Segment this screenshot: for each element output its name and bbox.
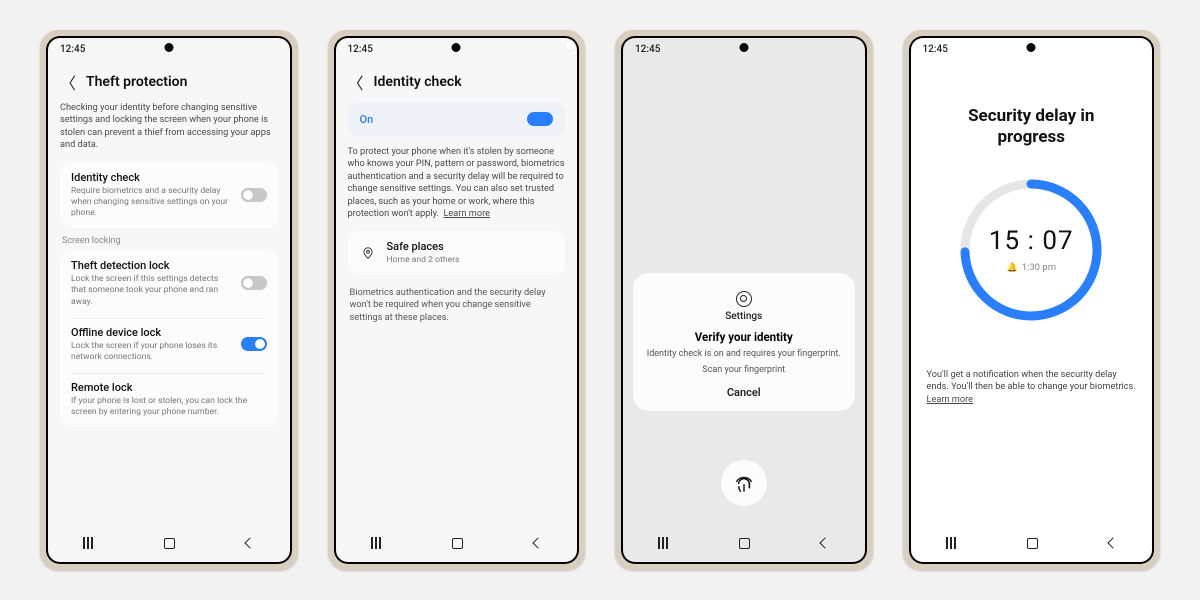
theft-detection-row[interactable]: Theft detection lock Lock the screen if …: [71, 259, 267, 308]
front-camera-icon: [452, 43, 461, 52]
delay-note: You'll get a notification when the secur…: [923, 369, 1141, 408]
nav-back-icon[interactable]: [244, 537, 255, 548]
phone-frame-1: 12:45 〈 Theft protection Checking your i…: [40, 30, 298, 570]
divider: [71, 318, 267, 319]
offline-lock-row[interactable]: Offline device lock Lock the screen if y…: [71, 326, 267, 363]
section-label: Screen locking: [62, 236, 276, 246]
status-bar: 12:45: [48, 38, 290, 60]
nav-back-icon[interactable]: [1107, 537, 1118, 548]
dialog-app-name: Settings: [643, 311, 845, 322]
status-bar: 12:45: [623, 38, 865, 60]
remote-lock-desc: If your phone is lost or stolen, you can…: [71, 396, 267, 418]
nav-recent-icon[interactable]: [371, 537, 381, 549]
fingerprint-icon: [731, 470, 757, 496]
nav-recent-icon[interactable]: [83, 537, 93, 549]
offline-lock-desc: Lock the screen if your phone loses its …: [71, 341, 231, 363]
status-bar: 12:45: [911, 38, 1153, 60]
offline-lock-title: Offline device lock: [71, 326, 231, 339]
nav-bar: [336, 530, 578, 556]
front-camera-icon: [1027, 43, 1036, 52]
settings-gear-icon: [736, 291, 752, 307]
identity-check-desc: Require biometrics and a security delay …: [71, 186, 231, 220]
verify-identity-dialog: Settings Verify your identity Identity c…: [633, 273, 855, 411]
back-icon[interactable]: 〈: [60, 70, 76, 94]
fingerprint-sensor[interactable]: [721, 460, 767, 506]
dialog-scan-hint: Scan your fingerprint: [643, 364, 845, 376]
page-title: Identity check: [374, 74, 462, 90]
back-icon[interactable]: 〈: [348, 70, 364, 94]
nav-home-icon[interactable]: [164, 538, 175, 549]
offline-lock-toggle[interactable]: [241, 337, 267, 351]
nav-recent-icon[interactable]: [946, 537, 956, 549]
nav-back-icon[interactable]: [819, 537, 830, 548]
status-time: 12:45: [635, 44, 660, 55]
location-pin-icon: [359, 244, 377, 262]
countdown-end-time: 🔔 1:30 pm: [1006, 262, 1056, 273]
countdown-ring: 15 : 07 🔔 1:30 pm: [956, 175, 1106, 325]
status-time: 12:45: [348, 44, 373, 55]
intro-text: Checking your identity before changing s…: [60, 102, 278, 152]
identity-desc: To protect your phone when it's stolen b…: [348, 146, 566, 221]
master-toggle-row[interactable]: On: [348, 102, 566, 136]
phone-frame-4: 12:45 Security delay in progress 15 : 07…: [903, 30, 1161, 570]
front-camera-icon: [164, 43, 173, 52]
nav-recent-icon[interactable]: [658, 537, 668, 549]
master-toggle-label: On: [360, 113, 374, 126]
nav-bar: [911, 530, 1153, 556]
nav-home-icon[interactable]: [1027, 538, 1038, 549]
nav-home-icon[interactable]: [739, 538, 750, 549]
theft-detection-desc: Lock the screen if this settings detects…: [71, 274, 231, 308]
learn-more-link[interactable]: Learn more: [443, 208, 489, 219]
remote-lock-title: Remote lock: [71, 381, 267, 394]
page-title: Theft protection: [86, 74, 187, 90]
theft-detection-title: Theft detection lock: [71, 259, 231, 272]
nav-home-icon[interactable]: [452, 538, 463, 549]
front-camera-icon: [739, 43, 748, 52]
status-time: 12:45: [60, 44, 85, 55]
cancel-button[interactable]: Cancel: [643, 386, 845, 399]
dialog-title: Verify your identity: [643, 330, 845, 344]
identity-check-title: Identity check: [71, 171, 231, 184]
status-bar: 12:45: [336, 38, 578, 60]
dialog-desc: Identity check is on and requires your f…: [643, 348, 845, 360]
status-time: 12:45: [923, 44, 948, 55]
identity-check-card[interactable]: Identity check Require biometrics and a …: [60, 162, 278, 229]
safe-places-note: Biometrics authentication and the securi…: [348, 287, 566, 324]
nav-back-icon[interactable]: [532, 537, 543, 548]
nav-bar: [48, 530, 290, 556]
countdown-timer: 15 : 07: [989, 226, 1074, 256]
identity-check-toggle[interactable]: [241, 188, 267, 202]
safe-places-desc: Home and 2 others: [387, 255, 460, 266]
remote-lock-row[interactable]: Remote lock If your phone is lost or sto…: [71, 381, 267, 418]
phone-frame-2: 12:45 〈 Identity check On To protect you…: [328, 30, 586, 570]
page-title: Security delay in progress: [941, 106, 1121, 149]
divider: [71, 373, 267, 374]
nav-bar: [623, 530, 865, 556]
bell-icon: 🔔: [1006, 263, 1017, 273]
learn-more-link[interactable]: Learn more: [927, 394, 973, 405]
master-toggle[interactable]: [527, 112, 553, 126]
phone-frame-3: 12:45 Settings Verify your identity Iden…: [615, 30, 873, 570]
safe-places-title: Safe places: [387, 240, 460, 253]
theft-detection-toggle[interactable]: [241, 276, 267, 290]
safe-places-row[interactable]: Safe places Home and 2 others: [348, 231, 566, 275]
screen-locking-card: Theft detection lock Lock the screen if …: [60, 250, 278, 427]
